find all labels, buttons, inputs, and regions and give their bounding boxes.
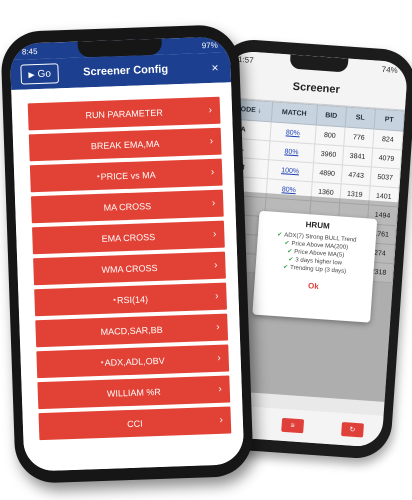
config-item[interactable]: • RSI(14) › — [34, 282, 227, 317]
cell-pt: 4079 — [371, 147, 402, 169]
active-dot-icon: • — [100, 357, 104, 367]
phone-config: 8:45 97% ▶ Go Screener Config × RUN PARA… — [0, 23, 254, 485]
config-item-label: WMA CROSS — [101, 262, 158, 275]
config-item-label: EMA CROSS — [101, 231, 156, 244]
chevron-right-icon: › — [214, 290, 219, 302]
chevron-right-icon: › — [219, 414, 224, 426]
cell-bid: 800 — [314, 124, 345, 146]
status-time: 8:45 — [21, 46, 38, 57]
check-icon: ✔ — [282, 264, 289, 271]
config-list: RUN PARAMETER › BREAK EMA,MA › • PRICE vs MA ›… — [11, 82, 245, 472]
config-item[interactable]: EMA CROSS › — [32, 220, 225, 255]
config-item-label: MACD,SAR,BB — [100, 324, 163, 337]
chevron-right-icon: › — [217, 352, 221, 364]
play-icon: ▶ — [28, 69, 35, 79]
config-item-label: MA CROSS — [103, 200, 152, 213]
signal-text: Trending Up (3 days) — [289, 265, 347, 275]
config-item[interactable]: MA CROSS › — [30, 189, 224, 224]
cell-pt: 824 — [372, 129, 403, 151]
config-item-label: CCI — [126, 418, 143, 429]
chevron-right-icon: › — [208, 104, 213, 117]
cell-bid: 4890 — [312, 162, 343, 184]
column-header[interactable]: PT — [373, 109, 405, 132]
cell-sl: 776 — [343, 126, 374, 148]
chevron-right-icon: › — [210, 166, 215, 179]
chevron-right-icon: › — [211, 197, 216, 210]
config-item[interactable]: RUN PARAMETER › — [27, 96, 221, 131]
column-header[interactable]: BID — [316, 105, 347, 127]
chevron-right-icon: › — [216, 321, 220, 333]
config-item-label: RSI(14) — [116, 293, 149, 305]
config-item[interactable]: WILLIAM %R › — [37, 375, 231, 410]
check-icon: ✔ — [276, 232, 283, 239]
active-dot-icon: • — [113, 295, 117, 305]
check-icon: ✔ — [284, 240, 290, 247]
config-item[interactable]: • PRICE vs MA › — [29, 158, 223, 193]
config-screen: 8:45 97% ▶ Go Screener Config × RUN PARA… — [9, 36, 245, 472]
config-item[interactable]: CCI › — [38, 406, 232, 441]
check-icon: ✔ — [288, 256, 294, 264]
config-item-label: RUN PARAMETER — [85, 107, 163, 120]
config-item[interactable]: • ADX,ADL,OBV › — [36, 344, 230, 379]
status-battery: 74% — [381, 64, 399, 75]
phone-notch — [77, 38, 163, 58]
config-item-label: ADX,ADL,OBV — [104, 355, 165, 368]
chevron-right-icon: › — [218, 383, 222, 395]
active-dot-icon: • — [96, 171, 100, 182]
cell-pt: 5037 — [369, 166, 401, 188]
config-item-label: BREAK EMA,MA — [90, 138, 160, 151]
product-mockup: 1:57 74% ‹ Screener CODE ↓ MATCH BID SL … — [0, 0, 412, 500]
signal-dialog: HRUM ✔ ADX(7) Strong BULL Trend ✔ Price Abo… — [252, 210, 378, 323]
menu-icon[interactable]: ≡ — [281, 417, 305, 434]
config-item[interactable]: MACD,SAR,BB › — [35, 313, 229, 348]
cell-sl: 4743 — [341, 164, 372, 186]
config-item[interactable]: WMA CROSS › — [33, 251, 226, 286]
config-item-label: WILLIAM %R — [106, 386, 161, 399]
ok-button[interactable]: Ok — [308, 281, 319, 291]
go-button[interactable]: ▶ Go — [20, 63, 60, 85]
status-battery: 97% — [201, 40, 218, 50]
cell-bid: 3960 — [313, 143, 344, 165]
config-item[interactable]: BREAK EMA,MA › — [28, 127, 222, 162]
chevron-right-icon: › — [212, 228, 217, 240]
close-icon[interactable]: × — [211, 61, 218, 75]
chevron-right-icon: › — [209, 135, 214, 148]
chevron-right-icon: › — [213, 259, 218, 271]
refresh-icon[interactable]: ↻ — [341, 422, 364, 438]
config-item-label: PRICE vs MA — [100, 169, 156, 182]
check-icon: ✔ — [287, 248, 293, 256]
page-title: Screener — [292, 80, 341, 96]
column-header[interactable]: SL — [344, 107, 376, 130]
page-title: Screener Config — [82, 63, 169, 79]
status-time: 1:57 — [237, 54, 254, 65]
go-label: Go — [37, 68, 52, 80]
cell-sl: 3841 — [342, 145, 373, 167]
